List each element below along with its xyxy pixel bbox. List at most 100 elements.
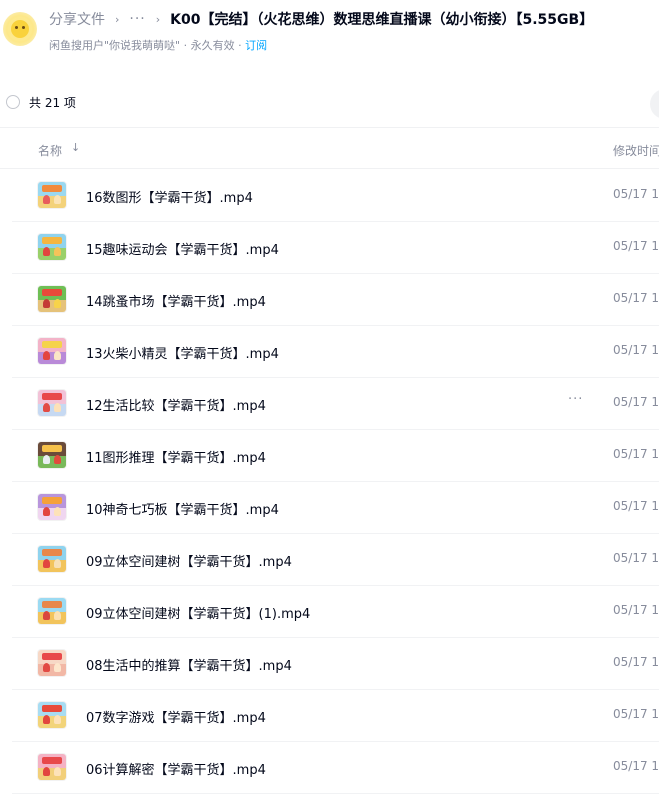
thumbnail-kid1 — [43, 351, 50, 360]
breadcrumb: 分享文件 › ··· › K00【完结】（火花思维）数理思维直播课（幼小衔接）【… — [49, 8, 593, 30]
select-all-bar: 共 21 项 — [6, 92, 76, 112]
select-all-checkbox[interactable] — [6, 95, 20, 109]
thumbnail-kid2 — [54, 195, 61, 204]
file-name[interactable]: 11图形推理【学霸干货】.mp4 — [86, 447, 266, 466]
file-name[interactable]: 16数图形【学霸干货】.mp4 — [86, 187, 253, 206]
more-options-icon[interactable]: ··· — [568, 392, 583, 407]
thumbnail-kid2 — [54, 299, 61, 308]
video-thumbnail[interactable] — [38, 546, 66, 572]
file-row[interactable]: 11图形推理【学霸干货】.mp4 05/17 15: — [0, 430, 659, 482]
item-count-label: 共 21 项 — [29, 95, 76, 110]
file-modified-date: 05/17 15: — [613, 239, 659, 253]
thumbnail-kid1 — [43, 195, 50, 204]
thumbnail-sign — [42, 549, 62, 556]
thumbnail-kid1 — [43, 611, 50, 620]
thumbnail-kid2 — [54, 559, 61, 568]
file-name[interactable]: 09立体空间建树【学霸干货】(1).mp4 — [86, 603, 310, 622]
video-thumbnail[interactable] — [38, 286, 66, 312]
file-name[interactable]: 15趣味运动会【学霸干货】.mp4 — [86, 239, 279, 258]
file-modified-date: 05/17 15: — [613, 707, 659, 721]
file-row[interactable]: 10神奇七巧板【学霸干货】.mp4 05/17 15: — [0, 482, 659, 534]
subscribe-link[interactable]: 订阅 — [245, 39, 267, 52]
chevron-right-icon: › — [115, 12, 120, 26]
video-thumbnail[interactable] — [38, 598, 66, 624]
file-name[interactable]: 06计算解密【学霸干货】.mp4 — [86, 759, 266, 778]
video-thumbnail[interactable] — [38, 494, 66, 520]
thumbnail-kid1 — [43, 403, 50, 412]
thumbnail-kid2 — [54, 455, 61, 464]
chevron-right-icon: › — [155, 12, 161, 26]
column-modified-header[interactable]: 修改时间 — [613, 142, 659, 159]
thumbnail-kid1 — [43, 663, 50, 672]
file-name[interactable]: 10神奇七巧板【学霸干货】.mp4 — [86, 499, 279, 518]
smiley-avatar-icon — [11, 20, 29, 38]
file-row[interactable]: 07数字游戏【学霸干货】.mp4 05/17 15: — [0, 690, 659, 742]
thumbnail-kid2 — [54, 663, 61, 672]
video-thumbnail[interactable] — [38, 234, 66, 260]
sharer-avatar[interactable] — [3, 12, 37, 46]
share-meta: 闲鱼搜用户"你说我萌萌哒" · 永久有效 · 订阅 — [49, 37, 267, 53]
file-list-header: 名称 ↓ 修改时间 — [0, 138, 659, 160]
thumbnail-sign — [42, 757, 62, 764]
file-row[interactable]: 06计算解密【学霸干货】.mp4 05/17 15: — [0, 742, 659, 794]
video-thumbnail[interactable] — [38, 650, 66, 676]
thumbnail-sign — [42, 185, 62, 192]
thumbnail-kid1 — [43, 767, 50, 776]
file-row[interactable]: 09立体空间建树【学霸干货】.mp4 05/17 15: — [0, 534, 659, 586]
column-name-header[interactable]: 名称 — [38, 142, 62, 159]
file-row[interactable]: 15趣味运动会【学霸干货】.mp4 05/17 15: — [0, 222, 659, 274]
thumbnail-kid1 — [43, 559, 50, 568]
thumbnail-sign — [42, 705, 62, 712]
thumbnail-kid2 — [54, 611, 61, 620]
action-button[interactable] — [650, 89, 659, 119]
video-thumbnail[interactable] — [38, 442, 66, 468]
thumbnail-sign — [42, 237, 62, 244]
file-modified-date: 05/17 15: — [613, 759, 659, 773]
thumbnail-sign — [42, 341, 62, 348]
file-row[interactable]: 09立体空间建树【学霸干货】(1).mp4 05/17 15: — [0, 586, 659, 638]
file-name[interactable]: 14跳蚤市场【学霸干货】.mp4 — [86, 291, 266, 310]
video-thumbnail[interactable] — [38, 702, 66, 728]
thumbnail-kid1 — [43, 455, 50, 464]
thumbnail-sign — [42, 601, 62, 608]
thumbnail-sign — [42, 445, 62, 452]
video-thumbnail[interactable] — [38, 338, 66, 364]
video-thumbnail[interactable] — [38, 754, 66, 780]
file-name[interactable]: 09立体空间建树【学霸干货】.mp4 — [86, 551, 292, 570]
file-modified-date: 05/17 15: — [613, 499, 659, 513]
file-name[interactable]: 13火柴小精灵【学霸干货】.mp4 — [86, 343, 279, 362]
file-modified-date: 05/17 15: — [613, 603, 659, 617]
thumbnail-kid2 — [54, 507, 61, 516]
video-thumbnail[interactable] — [38, 390, 66, 416]
file-row[interactable]: 13火柴小精灵【学霸干货】.mp4 05/17 15: — [0, 326, 659, 378]
validity-text: · 永久有效 · — [183, 39, 242, 52]
thumbnail-kid1 — [43, 247, 50, 256]
thumbnail-kid2 — [54, 247, 61, 256]
file-modified-date: 05/17 15: — [613, 343, 659, 357]
file-row[interactable]: 12生活比较【学霸干货】.mp4 ··· 05/17 15: — [0, 378, 659, 430]
file-row[interactable]: 08生活中的推算【学霸干货】.mp4 05/17 15: — [0, 638, 659, 690]
file-name[interactable]: 07数字游戏【学霸干货】.mp4 — [86, 707, 266, 726]
sort-down-arrow-icon[interactable]: ↓ — [71, 141, 80, 154]
file-name[interactable]: 08生活中的推算【学霸干货】.mp4 — [86, 655, 292, 674]
file-modified-date: 05/17 15: — [613, 655, 659, 669]
thumbnail-kid2 — [54, 715, 61, 724]
thumbnail-sign — [42, 653, 62, 660]
file-row[interactable]: 16数图形【学霸干货】.mp4 05/17 15: — [0, 170, 659, 222]
breadcrumb-current-folder: K00【完结】（火花思维）数理思维直播课（幼小衔接）【5.55GB】 — [170, 12, 594, 28]
thumbnail-kid1 — [43, 507, 50, 516]
thumbnail-sign — [42, 289, 62, 296]
breadcrumb-ellipsis-button[interactable]: ··· — [129, 11, 145, 27]
file-row[interactable]: 14跳蚤市场【学霸干货】.mp4 05/17 15: — [0, 274, 659, 326]
file-name[interactable]: 12生活比较【学霸干货】.mp4 — [86, 395, 266, 414]
file-modified-date: 05/17 15: — [613, 551, 659, 565]
divider — [0, 168, 659, 169]
breadcrumb-root-link[interactable]: 分享文件 — [49, 9, 105, 29]
thumbnail-kid1 — [43, 299, 50, 308]
thumbnail-kid1 — [43, 715, 50, 724]
thumbnail-kid2 — [54, 351, 61, 360]
file-modified-date: 05/17 15: — [613, 187, 659, 201]
video-thumbnail[interactable] — [38, 182, 66, 208]
thumbnail-kid2 — [54, 767, 61, 776]
file-modified-date: 05/17 15: — [613, 291, 659, 305]
